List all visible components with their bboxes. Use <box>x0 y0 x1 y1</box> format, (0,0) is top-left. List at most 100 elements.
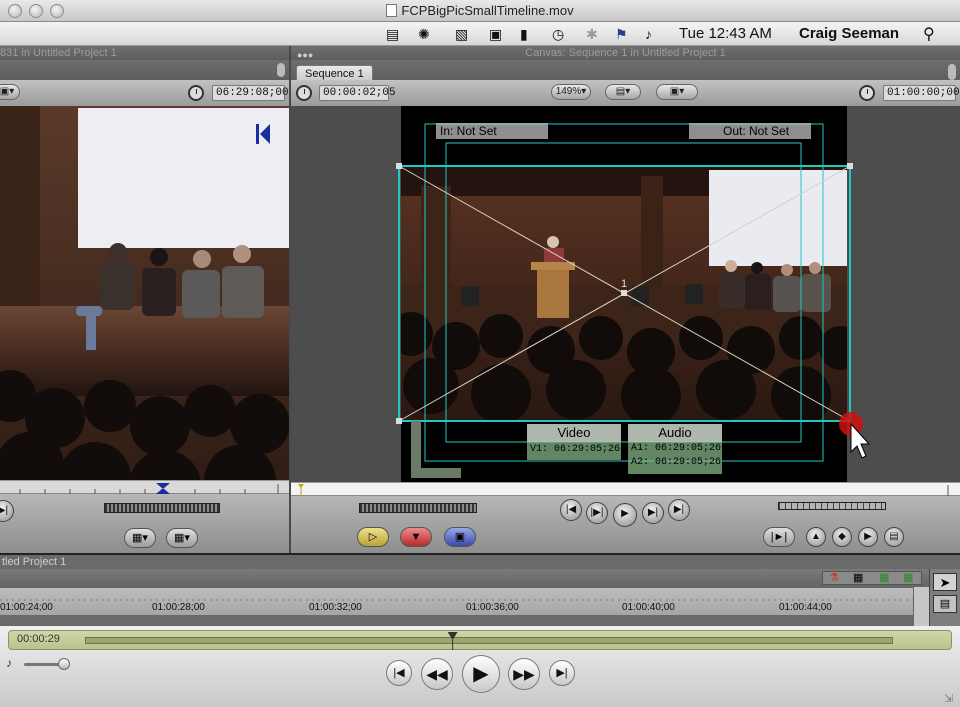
canvas-current-timecode[interactable]: 00:00:02;05 <box>319 85 396 101</box>
zoom-window-icon[interactable] <box>50 4 64 18</box>
spaces-icon[interactable]: ▧ <box>455 26 468 43</box>
timeline-toolbar: ⚗ ▦ ▦ ▦ <box>0 569 960 587</box>
viewer-scrubber-ticks <box>19 483 279 494</box>
overwrite-edit-button[interactable]: ▼ <box>400 527 432 547</box>
in-point-label: In: Not Set <box>436 123 548 139</box>
menu-bar: ▤ ✺ ▧ ▣ ▮ ◷ ✱ ⚑ ♪ Tue 12:43 AM Craig See… <box>0 22 960 46</box>
match-frame-button[interactable]: |►| <box>763 527 795 547</box>
canvas-zoom-value: 149% <box>555 86 582 97</box>
bluetooth-icon[interactable]: ✱ <box>586 26 598 43</box>
battery-icon[interactable]: ▮ <box>520 26 528 43</box>
canvas-toolbar: 00:00:02;05 149%▾ ▤▾ ▣▾ 01:00:00;00 <box>291 80 960 106</box>
canvas-window: ●●● Canvas: Sequence 1 in Untitled Proje… <box>291 46 960 553</box>
viewer-transport: ▶| ▦▾ ▦▾ <box>0 494 289 553</box>
add-keyframe-button[interactable]: ◆ <box>832 527 852 547</box>
canvas-view-popup[interactable]: ▣▾ <box>656 84 698 100</box>
timeline-ruler[interactable]: 01:00:24;00 01:00:28;00 01:00:32;00 01:0… <box>0 587 913 615</box>
canvas-scroll-knob[interactable] <box>948 64 956 80</box>
canvas-titlebar: ●●● Canvas: Sequence 1 in Untitled Proje… <box>291 46 960 60</box>
track-select-tool-icon[interactable]: ▤ <box>933 595 957 613</box>
linking-icon[interactable]: ▦ <box>853 571 863 584</box>
tool-palette: ➤ ▤ <box>929 569 960 628</box>
viewer-scroll-knob[interactable] <box>277 63 285 77</box>
qt-play-button[interactable]: ▶ <box>462 655 500 693</box>
volume-knob[interactable] <box>58 658 70 670</box>
menubar-user[interactable]: Craig Seeman <box>799 25 899 42</box>
snapping-icon[interactable]: ⚗ <box>829 571 839 584</box>
qt-rewind-button[interactable]: ◀◀ <box>421 658 453 690</box>
movie-file-icon <box>386 4 398 17</box>
ruler-label-0: 01:00:24;00 <box>0 602 53 613</box>
window-title: FCPBigPicSmallTimeline.mov <box>401 3 574 18</box>
selection-tool-icon[interactable]: ➤ <box>933 573 957 591</box>
add-marker-button[interactable]: ▶ <box>858 527 878 547</box>
close-window-icon[interactable] <box>8 4 22 18</box>
audio-timecode-box: Audio A1: 06:29:05;26 A2: 06:29:05;26 <box>628 424 722 474</box>
ruler-label-5: 01:00:44;00 <box>779 602 832 613</box>
menubar-clock[interactable]: Tue 12:43 AM <box>679 25 772 42</box>
resize-grip-icon[interactable]: ⇲ <box>944 692 953 705</box>
canvas-play-button[interactable]: ▶ <box>613 503 637 527</box>
display-icon[interactable]: ▣ <box>489 26 502 43</box>
mark-out-button[interactable]: ▤ <box>884 527 904 547</box>
camera-icon[interactable]: ▤ <box>386 26 399 43</box>
canvas-overlay-guides <box>396 123 871 478</box>
canvas-shuttle-control[interactable] <box>359 503 477 513</box>
canvas-next-edit-button[interactable]: ▶| <box>668 499 690 521</box>
canvas-play-in-out-button[interactable]: |▶| <box>586 502 608 524</box>
viewer-video[interactable] <box>0 106 289 530</box>
canvas-overlay-popup[interactable]: ▤▾ <box>605 84 641 100</box>
ruler-label-2: 01:00:32;00 <box>309 602 362 613</box>
viewer-video-frame <box>0 106 289 530</box>
qt-timeline-bar[interactable]: 00:00:29 <box>8 630 952 650</box>
video-timecode: V1: 06:29:05;26 <box>530 444 621 455</box>
viewer-marker-popup[interactable]: ▦▾ <box>166 528 198 548</box>
viewer-timecode-icon <box>188 85 204 101</box>
time-machine-icon[interactable]: ◷ <box>552 26 564 43</box>
canvas-scrubber[interactable] <box>291 482 960 496</box>
qt-playhead[interactable] <box>9 631 953 651</box>
timeline-scrollbar[interactable] <box>913 587 929 628</box>
render-icon[interactable]: ▦ <box>879 571 889 584</box>
viewer-window: 831 in Untitled Project 1 ▣▾ 06:29:08;00 <box>0 46 289 553</box>
viewer-toolbar: ▣▾ 06:29:08;00 <box>0 80 289 106</box>
video-label: Video <box>527 424 621 442</box>
spotlight-search-icon[interactable]: ⚲ <box>923 24 935 44</box>
mark-clip-button[interactable]: ▲ <box>806 527 826 547</box>
ruler-label-3: 01:00:36;00 <box>466 602 519 613</box>
viewer-title: 831 in Untitled Project 1 <box>0 46 289 60</box>
status-icon[interactable]: ✺ <box>418 26 430 43</box>
qt-go-to-start-button[interactable]: |◀ <box>386 660 412 686</box>
canvas-prev-edit-button[interactable]: |◀ <box>560 499 582 521</box>
qt-go-to-end-button[interactable]: ▶| <box>549 660 575 686</box>
viewer-view-popup[interactable]: ▣▾ <box>0 84 20 100</box>
viewer-timecode[interactable]: 06:29:08;00 <box>212 85 289 101</box>
timeline-title: tled Project 1 <box>2 556 67 568</box>
canvas-duration-timecode[interactable]: 01:00:00;00 <box>883 85 960 101</box>
canvas-current-timecode-icon <box>296 85 312 101</box>
insert-edit-button[interactable]: ▷ <box>357 527 389 547</box>
canvas-video-area[interactable]: 1 In: Not Set Out: Not Set Video V1: 06:… <box>291 106 960 482</box>
viewer-shuttle-control[interactable] <box>104 503 220 513</box>
audio-render-icon[interactable]: ▦ <box>903 571 913 584</box>
canvas-jog-control[interactable] <box>778 502 886 510</box>
out-point-label: Out: Not Set <box>689 123 811 139</box>
timeline-track-buttons[interactable]: ⚗ ▦ ▦ ▦ <box>822 571 922 585</box>
minimize-window-icon[interactable] <box>29 4 43 18</box>
canvas-playhead <box>298 484 949 496</box>
video-timecode-box: Video V1: 06:29:05;26 <box>527 424 621 460</box>
viewer-next-edit-button[interactable]: ▶| <box>0 500 14 522</box>
viewer-insert-popup[interactable]: ▦▾ <box>124 528 156 548</box>
ruler-label-1: 01:00:28;00 <box>152 602 205 613</box>
audio-a2-timecode: A2: 06:29:05;26 <box>631 457 722 468</box>
viewer-scrubber[interactable] <box>0 480 289 494</box>
volume-icon[interactable]: ♪ <box>645 26 652 42</box>
canvas-duration-icon <box>859 85 875 101</box>
qt-fast-forward-button[interactable]: ▶▶ <box>508 658 540 690</box>
canvas-zoom-popup[interactable]: 149%▾ <box>551 84 591 100</box>
us-flag-input-icon[interactable]: ⚑ <box>615 26 628 43</box>
window-titlebar: FCPBigPicSmallTimeline.mov <box>0 0 960 22</box>
timeline-window: tled Project 1 ⚗ ▦ ▦ ▦ 01:00:24;00 01:00… <box>0 553 960 628</box>
canvas-play-around-button[interactable]: ▶| <box>642 502 664 524</box>
replace-edit-button[interactable]: ▣ <box>444 527 476 547</box>
